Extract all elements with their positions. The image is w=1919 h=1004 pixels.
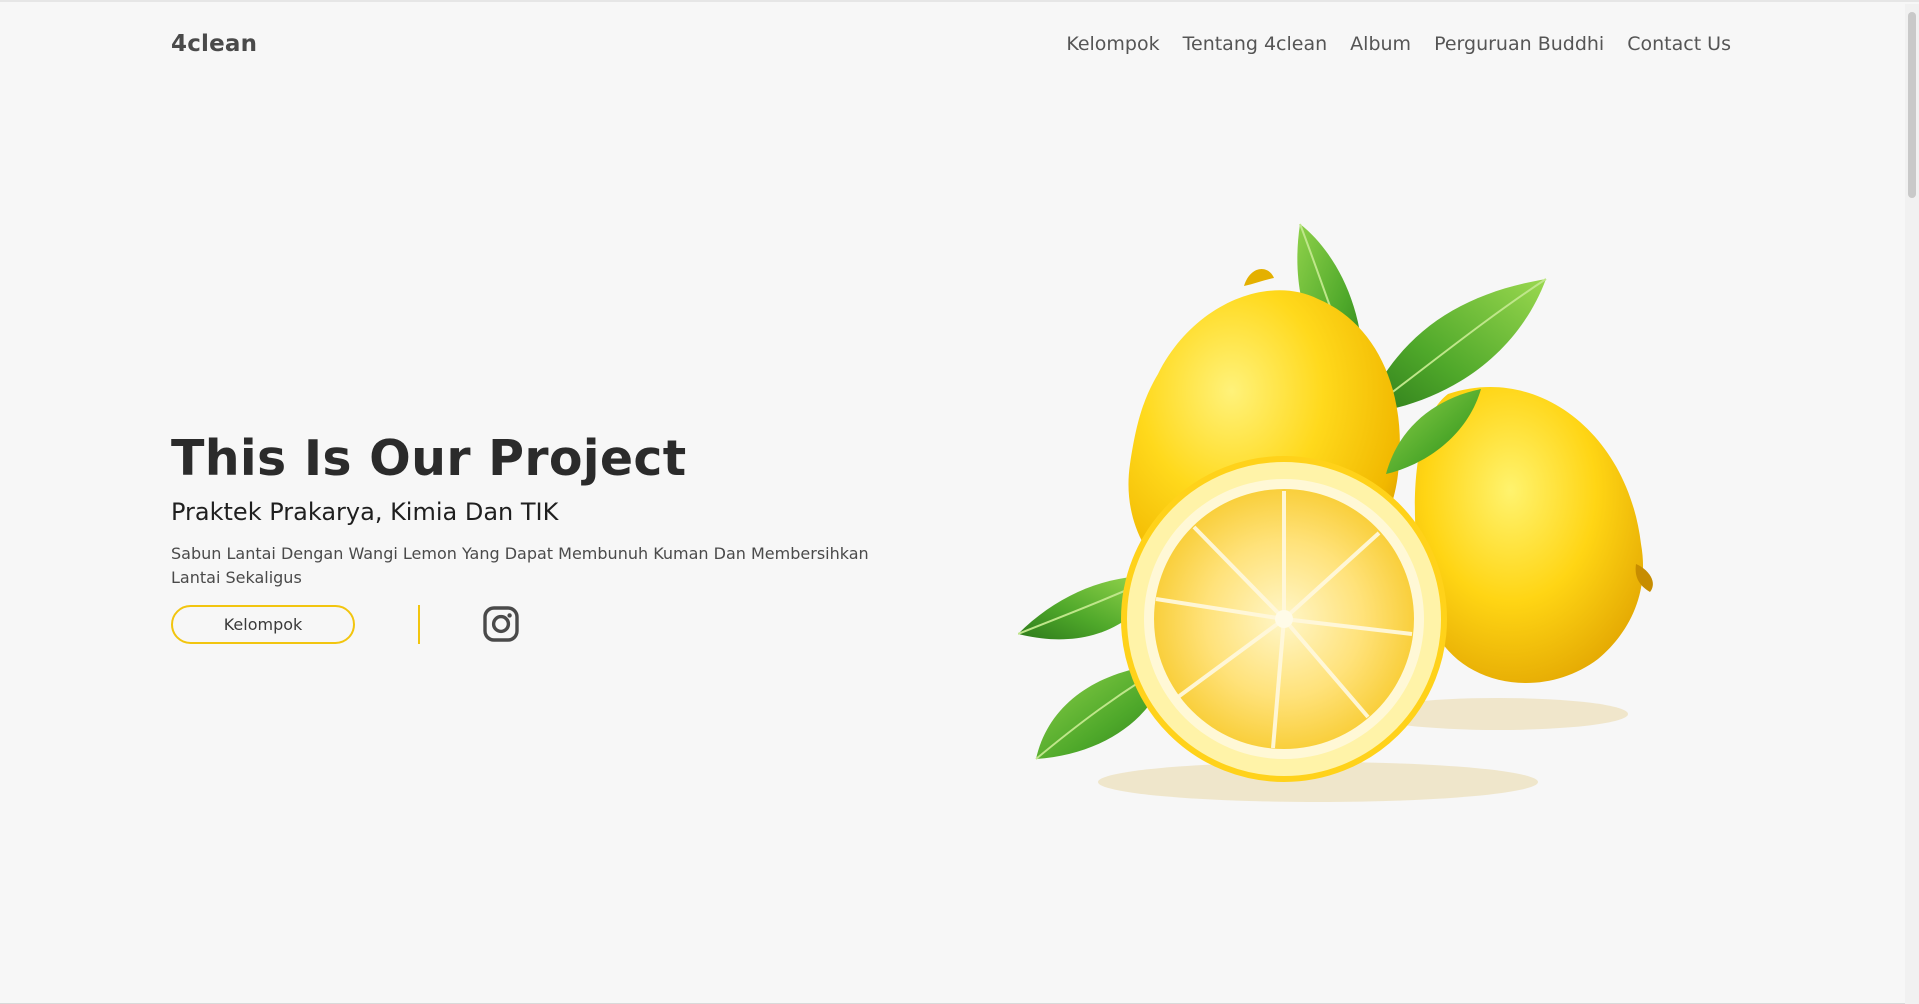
vertical-divider: [418, 605, 420, 644]
kelompok-button-label: Kelompok: [223, 615, 303, 634]
navbar: 4clean Kelompok Tentang 4clean Album Per…: [171, 26, 1731, 62]
hero-subtitle: Praktek Prakarya, Kimia Dan TIK: [171, 498, 559, 526]
nav-link-album[interactable]: Album: [1350, 33, 1411, 55]
instagram-link[interactable]: [482, 605, 520, 643]
page: 4clean Kelompok Tentang 4clean Album Per…: [0, 0, 1919, 1004]
instagram-icon: [483, 606, 519, 642]
kelompok-button[interactable]: Kelompok: [171, 605, 355, 644]
nav-link-contact-us[interactable]: Contact Us: [1627, 33, 1731, 55]
nav-link-tentang-4clean[interactable]: Tentang 4clean: [1183, 33, 1328, 55]
nav-links: Kelompok Tentang 4clean Album Perguruan …: [1066, 33, 1731, 55]
lemon-image: [1018, 223, 1653, 802]
hero-title: This Is Our Project: [171, 430, 687, 487]
brand-logo[interactable]: 4clean: [171, 31, 257, 57]
nav-link-kelompok[interactable]: Kelompok: [1066, 33, 1159, 55]
scrollbar-thumb[interactable]: [1908, 12, 1916, 198]
scrollbar-track[interactable]: [1905, 4, 1919, 1004]
nav-link-perguruan-buddhi[interactable]: Perguruan Buddhi: [1434, 33, 1604, 55]
hero-description: Sabun Lantai Dengan Wangi Lemon Yang Dap…: [171, 544, 869, 587]
